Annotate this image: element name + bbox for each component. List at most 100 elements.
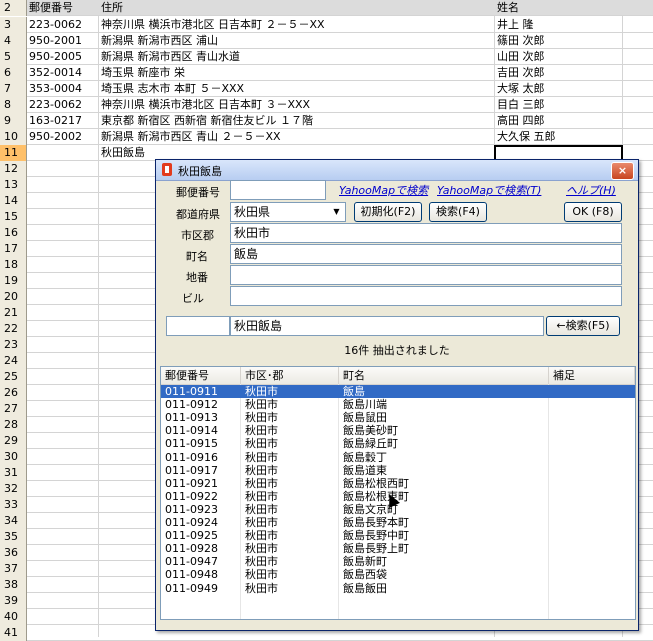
yahoomap-search-t-link[interactable]: YahooMapで検索(T): [437, 182, 541, 198]
init-button[interactable]: 初期化(F2): [354, 202, 422, 222]
postal-cell[interactable]: [29, 593, 97, 608]
prefecture-select[interactable]: 秋田県 ▼: [230, 202, 346, 222]
list-item[interactable]: 011-0947 秋田市 飯島新町: [161, 555, 635, 568]
name-cell[interactable]: 目白 三郎: [497, 97, 621, 112]
name-cell[interactable]: 吉田 次郎: [497, 65, 621, 80]
list-item[interactable]: 011-0913 秋田市 飯島鼠田: [161, 411, 635, 424]
postal-cell[interactable]: [29, 545, 97, 560]
postal-cell[interactable]: [29, 289, 97, 304]
postal-cell[interactable]: 950-2005: [29, 49, 97, 64]
postal-cell[interactable]: [29, 513, 97, 528]
row-number[interactable]: 15: [0, 209, 27, 225]
postal-cell[interactable]: [29, 321, 97, 336]
row-number[interactable]: 37: [0, 561, 27, 577]
sheet-row[interactable]: 5 950-2005 新潟県 新潟市西区 青山水道 山田 次郎: [0, 49, 653, 65]
postal-input[interactable]: [230, 180, 326, 200]
postal-cell[interactable]: [29, 369, 97, 384]
postal-cell[interactable]: [29, 465, 97, 480]
row-number[interactable]: 20: [0, 289, 27, 305]
row-number[interactable]: 10: [0, 129, 27, 145]
name-header-cell[interactable]: 姓名: [497, 0, 621, 15]
postal-cell[interactable]: [29, 257, 97, 272]
row-number[interactable]: 31: [0, 465, 27, 481]
name-cell[interactable]: 大塚 太郎: [497, 81, 621, 96]
address-cell[interactable]: 新潟県 新潟市西区 青山水道: [101, 49, 493, 64]
row-number[interactable]: 28: [0, 417, 27, 433]
result-list[interactable]: 郵便番号 市区･郡 町名 補足 011-0911 秋田市 飯島 011-0912 秋田市…: [160, 366, 636, 620]
col-town[interactable]: 町名: [339, 367, 549, 384]
list-item[interactable]: 011-0924 秋田市 飯島長野本町: [161, 516, 635, 529]
postal-cell[interactable]: [29, 305, 97, 320]
sheet-row[interactable]: 7 353-0004 埼玉県 志木市 本町 ５－XXX 大塚 太郎: [0, 81, 653, 97]
list-item[interactable]: 011-0921 秋田市 飯島松根西町: [161, 477, 635, 490]
row-number[interactable]: 23: [0, 337, 27, 353]
row-number[interactable]: 4: [0, 33, 27, 49]
row-number[interactable]: 17: [0, 241, 27, 257]
name-cell[interactable]: 井上 隆: [497, 17, 621, 32]
keyword-left-input[interactable]: [166, 316, 230, 336]
postal-cell[interactable]: [29, 401, 97, 416]
postal-cell[interactable]: 950-2001: [29, 33, 97, 48]
name-cell[interactable]: 篠田 次郎: [497, 33, 621, 48]
row-number[interactable]: 40: [0, 609, 27, 625]
list-item[interactable]: 011-0911 秋田市 飯島: [161, 385, 635, 398]
sheet-row[interactable]: 6 352-0014 埼玉県 新座市 栄吉田 次郎: [0, 65, 653, 81]
col-city[interactable]: 市区･郡: [241, 367, 339, 384]
row-number[interactable]: 6: [0, 65, 27, 81]
postal-cell[interactable]: [29, 161, 97, 176]
postal-cell[interactable]: [29, 481, 97, 496]
row-number[interactable]: 9: [0, 113, 27, 129]
name-cell[interactable]: 大久保 五郎: [497, 129, 621, 144]
row-number[interactable]: 7: [0, 81, 27, 97]
list-item[interactable]: 011-0917 秋田市 飯島道東: [161, 464, 635, 477]
postal-cell[interactable]: 223-0062: [29, 17, 97, 32]
postal-cell[interactable]: 950-2002: [29, 129, 97, 144]
row-number[interactable]: 2: [0, 0, 27, 16]
name-cell[interactable]: 高田 四郎: [497, 113, 621, 128]
address-cell[interactable]: 新潟県 新潟市西区 青山 ２－５－XX: [101, 129, 493, 144]
row-number[interactable]: 39: [0, 593, 27, 609]
list-item[interactable]: 011-0916 秋田市 飯島穀丁: [161, 451, 635, 464]
name-cell[interactable]: 山田 次郎: [497, 49, 621, 64]
row-number[interactable]: 25: [0, 369, 27, 385]
list-item[interactable]: 011-0912 秋田市 飯島川端: [161, 398, 635, 411]
row-number[interactable]: 5: [0, 49, 27, 65]
row-number[interactable]: 35: [0, 529, 27, 545]
address-cell[interactable]: 神奈川県 横浜市港北区 日吉本町 ２－５－XX: [101, 17, 493, 32]
col-postal[interactable]: 郵便番号: [161, 367, 241, 384]
postal-cell[interactable]: [29, 529, 97, 544]
row-number[interactable]: 16: [0, 225, 27, 241]
row-number[interactable]: 26: [0, 385, 27, 401]
address-cell[interactable]: 東京都 新宿区 西新宿 新宿住友ビル １７階: [101, 113, 493, 128]
chiban-input[interactable]: [230, 265, 622, 285]
row-number[interactable]: 27: [0, 401, 27, 417]
dialog-titlebar[interactable]: 秋田飯島 ×: [156, 160, 638, 181]
row-number[interactable]: 32: [0, 481, 27, 497]
keyword-input[interactable]: 秋田飯島: [230, 316, 544, 336]
list-item[interactable]: 011-0949 秋田市 飯島飯田: [161, 582, 635, 595]
postal-cell[interactable]: [29, 145, 97, 160]
back-search-button[interactable]: ←検索(F5): [546, 316, 620, 336]
postal-cell[interactable]: 352-0014: [29, 65, 97, 80]
postal-cell[interactable]: [29, 273, 97, 288]
list-item[interactable]: 011-0948 秋田市 飯島西袋: [161, 568, 635, 581]
address-cell[interactable]: 埼玉県 新座市 栄: [101, 65, 493, 80]
row-number[interactable]: 41: [0, 625, 27, 641]
list-item[interactable]: 011-0928 秋田市 飯島長野上町: [161, 542, 635, 555]
row-number[interactable]: 11: [0, 145, 27, 161]
postal-cell[interactable]: 353-0004: [29, 81, 97, 96]
postal-cell[interactable]: [29, 417, 97, 432]
chevron-down-icon[interactable]: ▼: [329, 204, 344, 220]
postal-cell[interactable]: [29, 609, 97, 624]
list-item[interactable]: 011-0925 秋田市 飯島長野中町: [161, 529, 635, 542]
postal-cell[interactable]: [29, 449, 97, 464]
postal-cell[interactable]: [29, 625, 97, 640]
postal-cell[interactable]: [29, 577, 97, 592]
row-number[interactable]: 30: [0, 449, 27, 465]
postal-cell[interactable]: 163-0217: [29, 113, 97, 128]
sheet-row[interactable]: 3 223-0062 神奈川県 横浜市港北区 日吉本町 ２－５－XX 井上 隆: [0, 17, 653, 33]
postal-cell[interactable]: [29, 225, 97, 240]
address-header-cell[interactable]: 住所: [101, 0, 493, 15]
row-number[interactable]: 24: [0, 353, 27, 369]
row-number[interactable]: 21: [0, 305, 27, 321]
